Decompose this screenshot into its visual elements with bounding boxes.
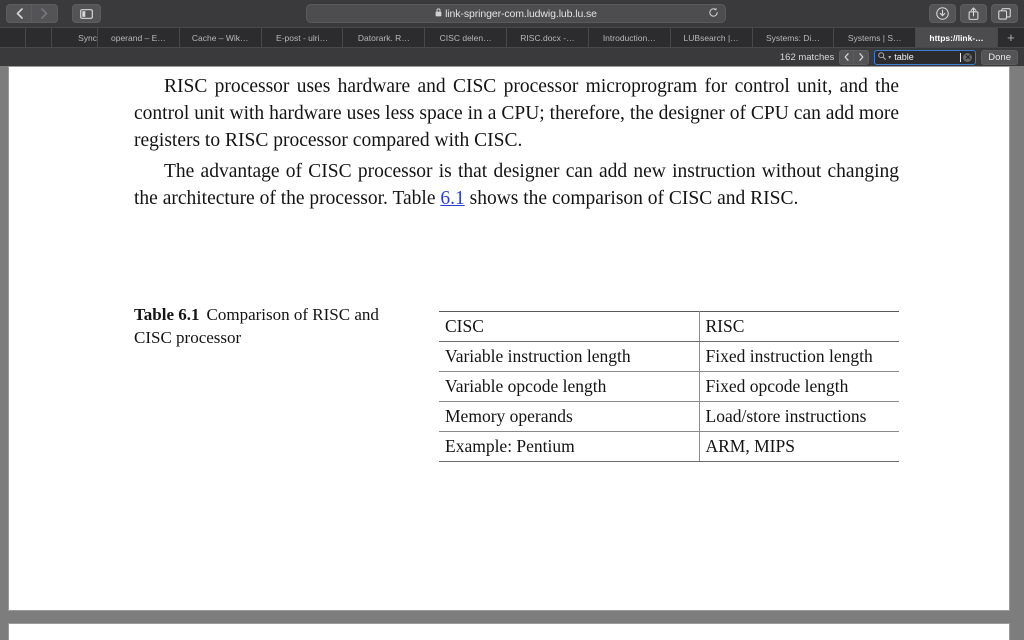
find-previous-button[interactable] — [839, 49, 855, 65]
pdf-viewer[interactable]: RISC processor uses hardware and CISC pr… — [0, 66, 1024, 640]
table-cell-cisc-1: Variable opcode length — [439, 371, 700, 402]
table-reference-link[interactable]: 6.1 — [440, 188, 464, 209]
tab-overview-icon — [998, 7, 1011, 20]
close-icon — [965, 54, 971, 60]
table-cell-risc-2: Load/store instructions — [699, 401, 899, 432]
find-clear-button[interactable] — [963, 52, 973, 62]
table-cell-risc-1: Fixed opcode length — [699, 371, 899, 402]
search-icon — [878, 52, 887, 62]
browser-chrome: link-springer-com.ludwig.lub.lu.se Sync … — [0, 0, 1024, 66]
table-row: Example: Pentium ARM, MIPS — [439, 431, 899, 462]
table-caption-label: Table 6.1 — [134, 305, 200, 324]
find-input-field[interactable]: ▾ table — [874, 49, 977, 65]
address-bar-url: link-springer-com.ludwig.lub.lu.se — [445, 7, 597, 20]
tab-item-datorark[interactable]: Datorark. R… — [343, 28, 426, 47]
tab-strip: Sync operand – E… Cache – Wik… E-post - … — [0, 27, 1024, 47]
tab-item-1[interactable] — [26, 28, 52, 47]
share-button[interactable] — [960, 4, 987, 23]
table-cell-cisc-2: Memory operands — [439, 401, 700, 432]
paragraph-cisc-advantage: The advantage of CISC processor is that … — [134, 158, 899, 212]
find-bar: 162 matches ▾ table Done — [0, 47, 1024, 66]
reload-icon — [709, 7, 718, 17]
find-step-buttons — [839, 49, 870, 65]
chevron-left-icon — [16, 8, 23, 19]
tab-item-systems-s[interactable]: Systems | S… — [834, 28, 917, 47]
back-button[interactable] — [6, 4, 32, 23]
paragraph-risc-processor: RISC processor uses hardware and CISC pr… — [134, 73, 899, 154]
browser-toolbar: link-springer-com.ludwig.lub.lu.se — [0, 0, 1024, 27]
chevron-right-icon — [41, 8, 48, 19]
tab-item-risc-docx[interactable]: RISC.docx -… — [507, 28, 589, 47]
paragraph-1-line-1: RISC processor uses hardware and CISC pr… — [164, 76, 790, 97]
table-row: Variable instruction length Fixed instru… — [439, 341, 899, 372]
tab-item-introduction[interactable]: Introduction… — [588, 28, 671, 47]
chevron-right-icon — [859, 53, 864, 61]
pdf-page-next — [8, 623, 1010, 640]
chevron-left-icon — [844, 53, 849, 61]
lock-icon — [435, 8, 442, 19]
share-icon — [968, 7, 979, 20]
table-header-cisc: CISC — [439, 311, 700, 342]
paragraph-2-line-3: of CISC and RISC. — [647, 188, 799, 209]
table-header-row: CISC RISC — [439, 311, 899, 342]
table-cell-cisc-0: Variable instruction length — [439, 341, 700, 372]
table-row: Variable opcode length Fixed opcode leng… — [439, 371, 899, 402]
paragraph-2-line-2b: shows the comparison — [464, 188, 643, 209]
sidebar-toggle-button[interactable] — [72, 4, 101, 23]
find-next-button[interactable] — [854, 49, 870, 65]
tab-item-epost[interactable]: E-post - ulri… — [261, 28, 344, 47]
find-match-count: 162 matches — [779, 51, 835, 63]
find-input-value: table — [894, 52, 914, 62]
navigation-buttons — [6, 4, 58, 23]
tab-item-cache[interactable]: Cache – Wik… — [179, 28, 262, 47]
table-cell-cisc-3: Example: Pentium — [439, 431, 700, 462]
table-cell-risc-0: Fixed instruction length — [699, 341, 899, 372]
chevron-down-icon: ▾ — [888, 54, 892, 61]
table-cell-risc-3: ARM, MIPS — [699, 431, 899, 462]
paragraph-2-line-1: The advantage of CISC processor is that … — [164, 161, 756, 182]
pdf-page-current: RISC processor uses hardware and CISC pr… — [8, 66, 1010, 611]
downloads-button[interactable] — [929, 4, 956, 23]
tab-item-lubsearch[interactable]: LUBsearch |… — [670, 28, 753, 47]
toolbar-right-buttons — [929, 4, 1018, 23]
new-tab-button[interactable]: + — [998, 28, 1024, 47]
address-bar[interactable]: link-springer-com.ludwig.lub.lu.se — [306, 4, 726, 23]
tab-item-sync[interactable]: Sync — [52, 28, 98, 47]
sidebar-icon — [80, 8, 93, 19]
forward-button[interactable] — [32, 4, 58, 23]
tab-item-systems-di[interactable]: Systems: Di… — [752, 28, 835, 47]
reload-button[interactable] — [708, 5, 719, 23]
tab-item-operand[interactable]: operand – E… — [98, 28, 180, 47]
text-caret — [960, 52, 962, 62]
address-bar-content: link-springer-com.ludwig.lub.lu.se — [435, 8, 597, 20]
table-caption: Table 6.1 Comparison of RISC and CISC pro… — [134, 303, 389, 349]
find-done-button[interactable]: Done — [981, 49, 1018, 65]
comparison-table: CISC RISC Variable instruction length Fi… — [439, 311, 899, 462]
table-row: Memory operands Load/store instructions — [439, 401, 899, 432]
tab-item-cisc-delen[interactable]: CISC delen… — [425, 28, 508, 47]
download-icon — [936, 7, 949, 20]
tab-item-0[interactable] — [0, 28, 26, 47]
tab-item-link-springer[interactable]: https://link-… — [916, 28, 998, 47]
address-bar-container: link-springer-com.ludwig.lub.lu.se — [306, 4, 726, 23]
table-header-risc: RISC — [699, 311, 899, 342]
tab-overview-button[interactable] — [991, 4, 1018, 23]
